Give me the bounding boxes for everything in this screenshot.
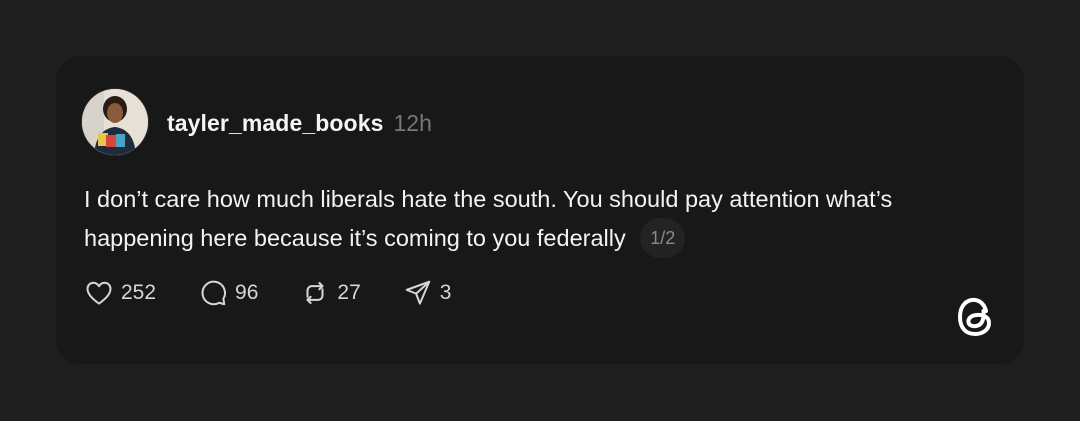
username[interactable]: tayler_made_books [167,110,383,137]
avatar[interactable] [82,89,148,155]
action-bar: 252 96 27 3 [84,278,493,308]
heart-icon [86,281,112,305]
thread-position-badge: 1/2 [640,217,686,258]
post-body: I don’t care how much liberals hate the … [84,186,893,251]
share-icon [405,280,431,305]
repost-count: 27 [337,281,361,304]
avatar-image [82,89,148,155]
like-button[interactable]: 252 [84,278,156,308]
repost-button[interactable]: 27 [300,278,361,308]
share-button[interactable]: 3 [403,278,452,308]
reply-count: 96 [235,281,259,304]
timestamp[interactable]: 12h [393,110,431,137]
comment-icon [201,280,227,306]
post-card[interactable]: tayler_made_books 12h I don’t care how m… [56,56,1024,364]
like-count: 252 [121,281,157,304]
repost-icon [306,282,324,304]
post-text: I don’t care how much liberals hate the … [84,180,1004,260]
reply-button[interactable]: 96 [198,278,258,308]
share-count: 3 [439,281,452,304]
post-header: tayler_made_books 12h [167,110,432,137]
threads-logo-icon[interactable] [955,294,997,340]
